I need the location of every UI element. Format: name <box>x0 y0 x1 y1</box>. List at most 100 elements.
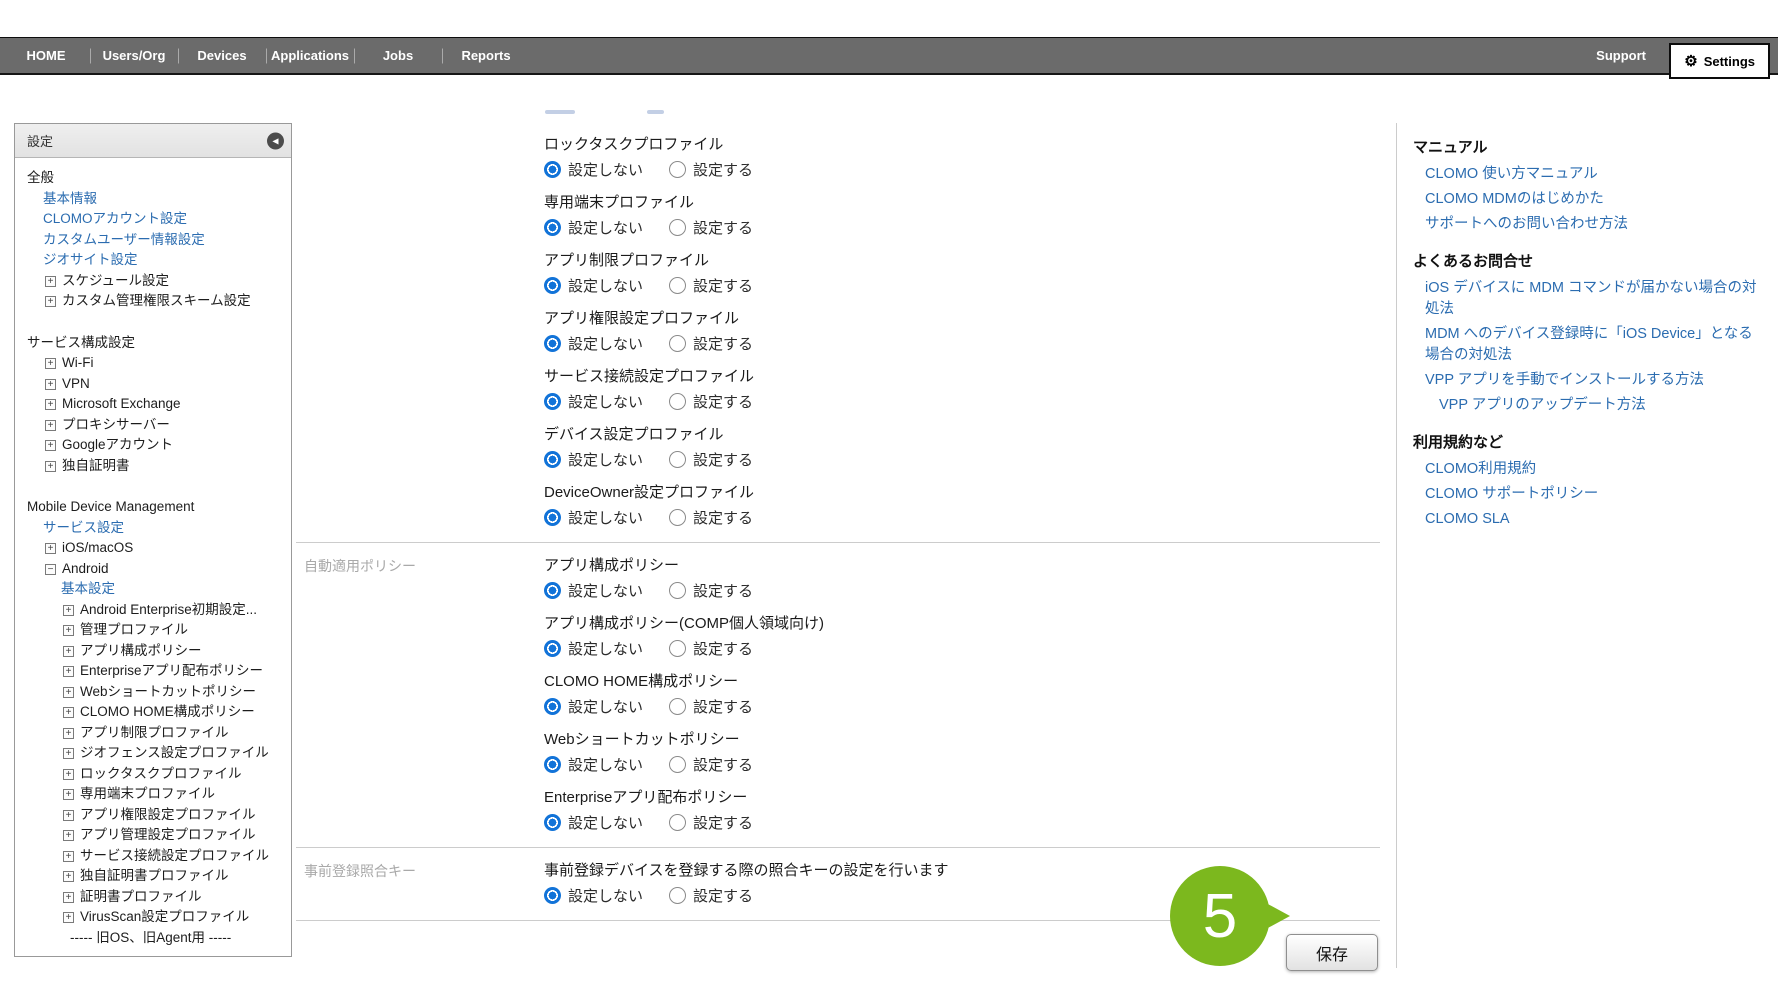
sidebar-item-24[interactable]: +Enterpriseアプリ配布ポリシー <box>15 661 287 682</box>
plus-box-icon[interactable]: + <box>45 276 56 287</box>
sidebar-item-13[interactable]: +Googleアカウント <box>15 435 287 456</box>
radio-selected-icon[interactable] <box>544 640 561 657</box>
plus-box-icon[interactable]: + <box>63 810 74 821</box>
help-link[interactable]: iOS デバイスに MDM コマンドが届かない場合の対処法 <box>1425 278 1758 320</box>
radio-selected-icon[interactable] <box>544 219 561 236</box>
sidebar-item-11[interactable]: +Microsoft Exchange <box>15 394 287 415</box>
radio-unselected-icon[interactable] <box>669 335 686 352</box>
help-link[interactable]: VPP アプリのアップデート方法 <box>1439 395 1758 416</box>
help-link[interactable]: VPP アプリを手動でインストールする方法 <box>1425 370 1758 391</box>
sidebar-item-9[interactable]: +Wi-Fi <box>15 353 287 374</box>
sidebar-item-1[interactable]: 基本情報 <box>15 189 287 210</box>
sidebar-item-30[interactable]: +専用端末プロファイル <box>15 784 287 805</box>
sidebar-item-31[interactable]: +アプリ権限設定プロファイル <box>15 805 287 826</box>
nav-item-users-org[interactable]: Users/Org <box>90 38 178 73</box>
plus-box-icon[interactable]: + <box>63 728 74 739</box>
radio-selected-icon[interactable] <box>544 698 561 715</box>
radio-unselected-icon[interactable] <box>669 698 686 715</box>
plus-box-icon[interactable]: + <box>45 399 56 410</box>
sidebar-item-2[interactable]: CLOMOアカウント設定 <box>15 209 287 230</box>
help-link[interactable]: CLOMO SLA <box>1425 509 1758 530</box>
plus-box-icon[interactable]: + <box>45 420 56 431</box>
sidebar-item-14[interactable]: +独自証明書 <box>15 456 287 477</box>
radio-selected-icon[interactable] <box>544 509 561 526</box>
radio-unselected-icon[interactable] <box>669 640 686 657</box>
radio-unselected-icon[interactable] <box>669 887 686 904</box>
sidebar-item-27[interactable]: +アプリ制限プロファイル <box>15 723 287 744</box>
radio-unselected-icon[interactable] <box>669 814 686 831</box>
sidebar-item-21[interactable]: +Android Enterprise初期設定... <box>15 600 287 621</box>
radio-unselected-icon[interactable] <box>669 161 686 178</box>
minus-box-icon[interactable]: − <box>45 564 56 575</box>
plus-box-icon[interactable]: + <box>45 440 56 451</box>
radio-selected-icon[interactable] <box>544 161 561 178</box>
sidebar-item-label[interactable]: 基本設定 <box>61 581 115 596</box>
sidebar-item-28[interactable]: +ジオフェンス設定プロファイル <box>15 743 287 764</box>
sidebar-item-22[interactable]: +管理プロファイル <box>15 620 287 641</box>
chevron-left-icon[interactable]: ◀ <box>267 132 284 149</box>
radio-selected-icon[interactable] <box>544 887 561 904</box>
plus-box-icon[interactable]: + <box>63 666 74 677</box>
sidebar-item-19[interactable]: −Android <box>15 559 287 580</box>
sidebar-item-4[interactable]: ジオサイト設定 <box>15 250 287 271</box>
sidebar-item-6[interactable]: +カスタム管理権限スキーム設定 <box>15 291 287 312</box>
sidebar-item-3[interactable]: カスタムユーザー情報設定 <box>15 230 287 251</box>
help-link[interactable]: CLOMO 使い方マニュアル <box>1425 164 1758 185</box>
plus-box-icon[interactable]: + <box>63 769 74 780</box>
plus-box-icon[interactable]: + <box>63 646 74 657</box>
plus-box-icon[interactable]: + <box>63 830 74 841</box>
nav-item-devices[interactable]: Devices <box>178 38 266 73</box>
plus-box-icon[interactable]: + <box>63 789 74 800</box>
sidebar-item-label[interactable]: サービス設定 <box>43 520 124 535</box>
radio-unselected-icon[interactable] <box>669 393 686 410</box>
plus-box-icon[interactable]: + <box>45 358 56 369</box>
radio-selected-icon[interactable] <box>544 814 561 831</box>
radio-selected-icon[interactable] <box>544 335 561 352</box>
radio-selected-icon[interactable] <box>544 582 561 599</box>
plus-box-icon[interactable]: + <box>63 707 74 718</box>
sidebar-item-33[interactable]: +サービス接続設定プロファイル <box>15 846 287 867</box>
radio-selected-icon[interactable] <box>544 451 561 468</box>
sidebar-item-label[interactable]: カスタムユーザー情報設定 <box>43 232 205 247</box>
plus-box-icon[interactable]: + <box>63 605 74 616</box>
radio-selected-icon[interactable] <box>544 756 561 773</box>
help-link[interactable]: サポートへのお問い合わせ方法 <box>1425 214 1758 235</box>
sidebar-item-20[interactable]: 基本設定 <box>15 579 287 600</box>
help-link[interactable]: CLOMO サポートポリシー <box>1425 484 1758 505</box>
tab-settings[interactable]: ⚙︎ Settings <box>1669 43 1770 79</box>
sidebar-item-26[interactable]: +CLOMO HOME構成ポリシー <box>15 702 287 723</box>
help-link[interactable]: CLOMO利用規約 <box>1425 459 1758 480</box>
radio-unselected-icon[interactable] <box>669 509 686 526</box>
sidebar-item-label[interactable]: 基本情報 <box>43 191 97 206</box>
nav-item-applications[interactable]: Applications <box>266 38 354 73</box>
sidebar-item-12[interactable]: +プロキシサーバー <box>15 415 287 436</box>
sidebar-item-18[interactable]: +iOS/macOS <box>15 538 287 559</box>
save-button[interactable]: 保存 <box>1286 934 1378 971</box>
help-link[interactable]: CLOMO MDMのはじめかた <box>1425 189 1758 210</box>
plus-box-icon[interactable]: + <box>45 543 56 554</box>
plus-box-icon[interactable]: + <box>63 748 74 759</box>
nav-item-reports[interactable]: Reports <box>442 38 530 73</box>
radio-unselected-icon[interactable] <box>669 756 686 773</box>
help-link[interactable]: MDM へのデバイス登録時に「iOS Device」となる場合の対処法 <box>1425 324 1758 366</box>
sidebar-item-29[interactable]: +ロックタスクプロファイル <box>15 764 287 785</box>
plus-box-icon[interactable]: + <box>63 892 74 903</box>
sidebar-item-label[interactable]: CLOMOアカウント設定 <box>43 211 187 226</box>
sidebar-item-10[interactable]: +VPN <box>15 374 287 395</box>
sidebar-item-25[interactable]: +Webショートカットポリシー <box>15 682 287 703</box>
sidebar-item-34[interactable]: +独自証明書プロファイル <box>15 866 287 887</box>
radio-unselected-icon[interactable] <box>669 451 686 468</box>
sidebar-item-5[interactable]: +スケジュール設定 <box>15 271 287 292</box>
sidebar-item-35[interactable]: +証明書プロファイル <box>15 887 287 908</box>
plus-box-icon[interactable]: + <box>63 871 74 882</box>
plus-box-icon[interactable]: + <box>45 296 56 307</box>
radio-unselected-icon[interactable] <box>669 582 686 599</box>
radio-unselected-icon[interactable] <box>669 219 686 236</box>
plus-box-icon[interactable]: + <box>63 851 74 862</box>
radio-unselected-icon[interactable] <box>669 277 686 294</box>
sidebar-item-36[interactable]: +VirusScan設定プロファイル <box>15 907 287 928</box>
sidebar-item-23[interactable]: +アプリ構成ポリシー <box>15 641 287 662</box>
plus-box-icon[interactable]: + <box>45 461 56 472</box>
nav-item-home[interactable]: HOME <box>2 38 90 73</box>
sidebar-item-17[interactable]: サービス設定 <box>15 518 287 539</box>
